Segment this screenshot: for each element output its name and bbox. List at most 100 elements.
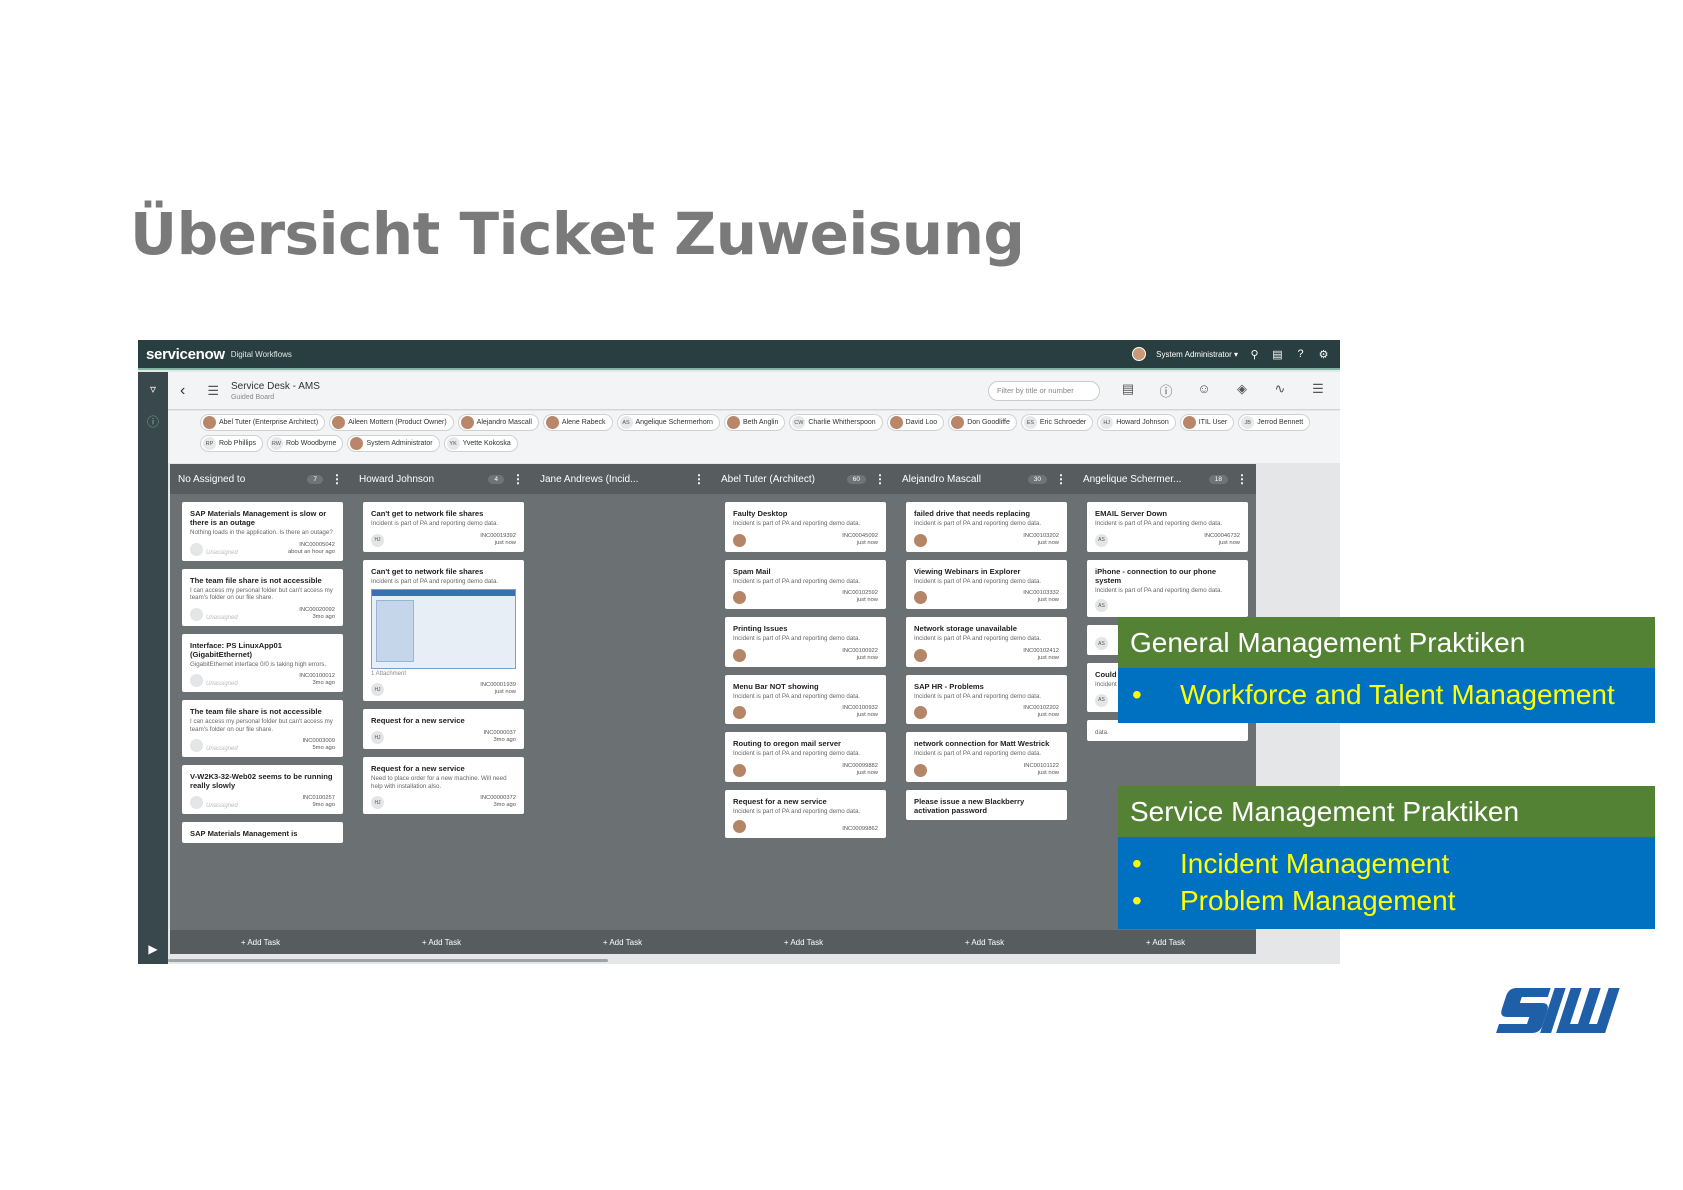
lane-title: No Assigned to xyxy=(178,473,246,485)
search-icon[interactable]: ⚲ xyxy=(1248,348,1261,361)
tag-icon[interactable]: ◈ xyxy=(1234,381,1250,400)
updated-time: just now xyxy=(494,539,516,546)
task-card[interactable]: The team file share is not accessible I c… xyxy=(182,700,343,757)
filter-input[interactable]: Filter by title or number xyxy=(988,380,1100,401)
add-task-button[interactable]: + Add Task xyxy=(1075,930,1256,954)
task-card[interactable]: Network storage unavailable Incident is p… xyxy=(906,617,1067,667)
user-avatar[interactable] xyxy=(1132,347,1147,361)
unassigned-label: Unassigned xyxy=(206,614,238,621)
assignee-filter-chip[interactable]: YK Yvette Kokoska xyxy=(443,435,518,452)
task-card[interactable]: SAP HR - Problems Incident is part of PA … xyxy=(906,674,1067,724)
task-card[interactable]: SAP Materials Management is xyxy=(182,822,343,843)
more-options-icon[interactable]: ⋮ xyxy=(693,472,705,486)
card-meta: INC00019392 just now xyxy=(480,533,516,547)
card-description: Incident is part of PA and reporting dem… xyxy=(733,750,861,757)
add-task-button[interactable]: + Add Task xyxy=(713,930,894,954)
add-task-button[interactable]: + Add Task xyxy=(894,930,1075,954)
more-options-icon[interactable]: ⋮ xyxy=(1236,472,1248,486)
list-icon[interactable]: ☰ xyxy=(207,383,219,399)
assignee-filter-chip[interactable]: JB Jerrod Bennett xyxy=(1238,414,1311,431)
assignee-filter-chip[interactable]: Abel Tuter (Enterprise Architect) xyxy=(200,414,326,431)
board-lane: No Assigned to 7 ⋮ SAP Materials Management… xyxy=(170,464,351,954)
assignee-filter-chip[interactable]: Don Goodliffe xyxy=(948,414,1017,431)
add-task-button[interactable]: + Add Task xyxy=(170,930,351,954)
assignee-filter-chip[interactable]: HJ Howard Johnson xyxy=(1097,414,1176,431)
card-description: Nothing loads in the application. Is the… xyxy=(190,529,333,536)
more-options-icon[interactable]: ⋮ xyxy=(512,472,524,486)
activity-icon[interactable]: ∿ xyxy=(1272,381,1288,400)
task-card[interactable]: failed drive that needs replacing Inciden… xyxy=(906,502,1067,552)
task-card[interactable]: V-W2K3-32-Web02 seems to be running real… xyxy=(182,765,343,814)
more-options-icon[interactable]: ⋮ xyxy=(1055,472,1067,486)
board-lane: Jane Andrews (Incid... ⋮ + Add Task xyxy=(532,464,713,954)
assignee-filter-chip[interactable]: Aileen Mottern (Product Owner) xyxy=(329,414,454,431)
avatar: CW xyxy=(792,416,806,429)
assignee-name: Abel Tuter (Enterprise Architect) xyxy=(219,419,319,426)
chat-icon[interactable]: ▤ xyxy=(1120,381,1136,400)
assignee-filter-chip[interactable]: David Loo xyxy=(886,414,945,431)
assignee-filter-chip[interactable]: RW Rob Woodbyrne xyxy=(266,435,344,452)
task-card[interactable]: network connection for Matt Westrick Inci… xyxy=(906,732,1067,782)
task-card[interactable]: Request for a new service HJ INC0000037 3mo… xyxy=(363,709,524,749)
board-header: ‹ ☰ Service Desk - AMS Guided Board Filt… xyxy=(168,372,1340,410)
more-options-icon[interactable]: ⋮ xyxy=(874,472,886,486)
updated-time: 3mo ago xyxy=(312,613,335,620)
task-card[interactable]: Please issue a new Blackberry activation… xyxy=(906,789,1067,820)
play-icon[interactable]: ▶ xyxy=(146,942,160,956)
assignee-filter-chip[interactable]: Alejandro Mascall xyxy=(457,414,539,431)
avatar: RP xyxy=(203,437,216,450)
chat-icon[interactable]: ▤ xyxy=(1271,348,1284,361)
task-card[interactable]: Faulty Desktop Incident is part of PA and… xyxy=(725,502,886,552)
help-icon[interactable]: ? xyxy=(1294,348,1307,361)
add-task-button[interactable]: + Add Task xyxy=(351,930,532,954)
assignee-filter-chip[interactable]: CW Charlie Whitherspoon xyxy=(789,414,883,431)
card-meta: INC00045092 just now xyxy=(842,533,878,547)
servicenow-logo[interactable]: servicenow xyxy=(146,346,225,363)
card-meta: INC00100012 3mo ago xyxy=(299,673,335,687)
assignee-filter-chip[interactable]: AS Angelique Schermerhorn xyxy=(616,414,720,431)
filter-icon[interactable]: ▿ xyxy=(146,382,160,396)
assignee-name: Don Goodliffe xyxy=(967,419,1010,426)
assignee-filter-chip[interactable]: ES Eric Schroeder xyxy=(1020,414,1094,431)
user-icon[interactable]: ☺ xyxy=(1196,381,1212,400)
attachment-thumbnail[interactable] xyxy=(371,589,516,669)
card-title: V-W2K3-32-Web02 seems to be running real… xyxy=(190,772,333,790)
info-icon[interactable]: ⓘ xyxy=(1158,381,1174,400)
add-task-button[interactable]: + Add Task xyxy=(532,930,713,954)
back-icon[interactable]: ‹ xyxy=(180,382,185,400)
task-card[interactable]: Request for a new service Need to place o… xyxy=(363,757,524,814)
horizontal-scrollbar[interactable] xyxy=(168,959,608,962)
incident-number: INC00103202 xyxy=(1023,532,1059,539)
task-card[interactable]: Printing Issues Incident is part of PA an… xyxy=(725,617,886,667)
card-meta: INC0000037 3mo ago xyxy=(483,730,516,744)
task-card[interactable]: Can't get to network file shares Incident… xyxy=(363,502,524,552)
task-card[interactable]: EMAIL Server Down Incident is part of PA … xyxy=(1087,502,1248,552)
task-card[interactable]: iPhone - connection to our phone system I… xyxy=(1087,559,1248,617)
task-card[interactable]: Viewing Webinars in Explorer Incident is … xyxy=(906,559,1067,609)
assignee-filter-chip[interactable]: RP Rob Phillips xyxy=(200,435,263,452)
card-description: Incident is part of PA and reporting dem… xyxy=(733,807,861,815)
board-subtitle: Guided Board xyxy=(230,393,275,401)
task-card[interactable]: The team file share is not accessible I c… xyxy=(182,568,343,626)
task-card[interactable]: Can't get to network file shares Incident… xyxy=(363,559,524,701)
assignee-filter-chip[interactable]: System Administrator xyxy=(347,435,440,452)
task-card[interactable]: SAP Materials Management is slow or ther… xyxy=(182,502,343,561)
card-meta: INC00005042 about an hour ago xyxy=(288,542,335,556)
avatar: HJ xyxy=(1100,416,1114,429)
task-card[interactable]: Spam Mail Incident is part of PA and repo… xyxy=(725,559,886,609)
gear-icon[interactable]: ⚙ xyxy=(1317,348,1330,361)
task-card[interactable]: Interface: PS LinuxApp01 (GigabitEtherne… xyxy=(182,633,343,692)
info-icon[interactable]: ⓘ xyxy=(146,414,160,429)
task-card[interactable]: Request for a new service Incident is par… xyxy=(725,789,886,838)
task-card[interactable]: Menu Bar NOT showing Incident is part of … xyxy=(725,674,886,724)
more-options-icon[interactable]: ⋮ xyxy=(331,472,343,486)
assignee-filter-chip[interactable]: Beth Anglin xyxy=(723,414,786,431)
assignee-name: System Administrator xyxy=(366,440,433,447)
assignee-avatar xyxy=(190,607,203,621)
assignee-filter-chip[interactable]: Alene Rabeck xyxy=(542,414,613,431)
user-menu[interactable]: System Administrator ▾ xyxy=(1156,350,1238,359)
assignee-filter-chip[interactable]: ITIL User xyxy=(1179,414,1235,431)
lane-count-badge: 4 xyxy=(488,474,504,484)
task-card[interactable]: Routing to oregon mail server Incident is… xyxy=(725,732,886,782)
settings-sliders-icon[interactable]: ☰ xyxy=(1310,381,1326,400)
